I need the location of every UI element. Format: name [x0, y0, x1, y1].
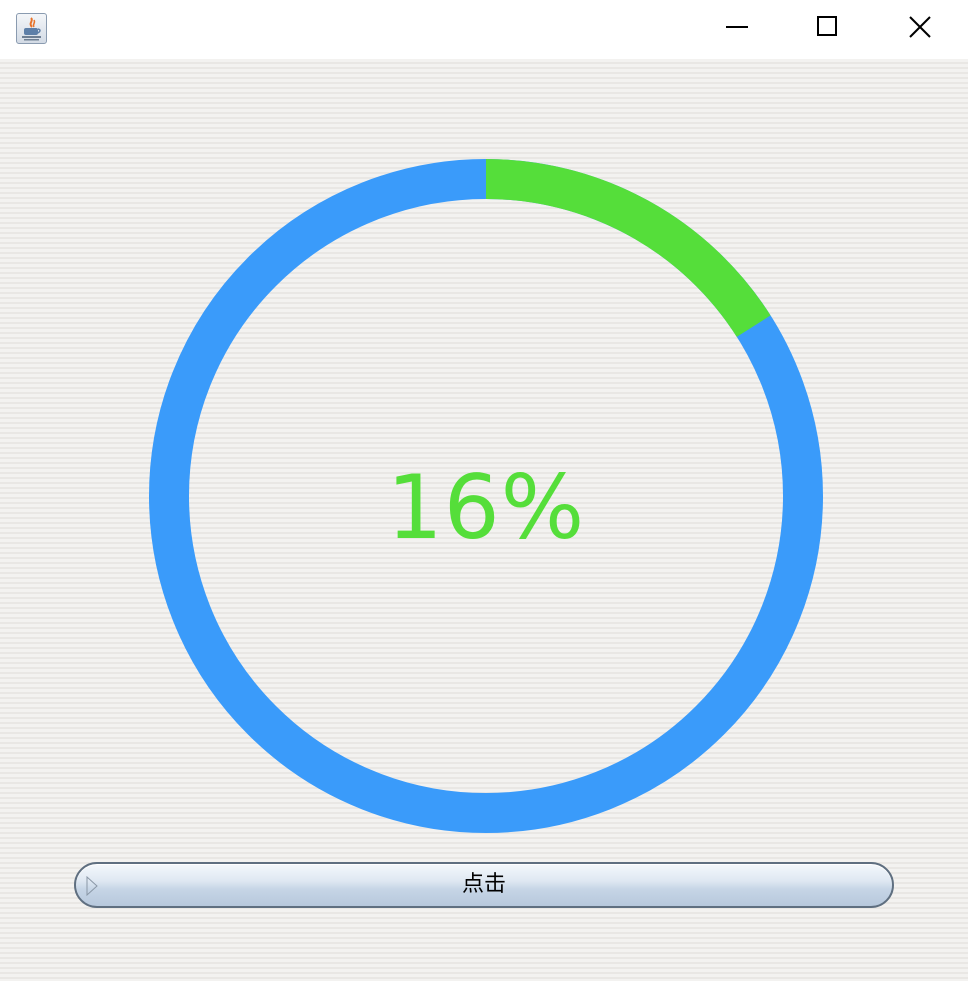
app-window: 16% 点击 [0, 0, 968, 981]
content-panel: 16% 点击 [0, 59, 968, 981]
title-bar[interactable] [0, 0, 968, 59]
minimize-button[interactable] [691, 0, 783, 55]
close-icon [909, 16, 931, 38]
maximize-icon [817, 16, 837, 36]
java-cup-icon[interactable] [16, 13, 47, 44]
click-button-label: 点击 [461, 872, 506, 897]
maximize-button[interactable] [782, 0, 874, 55]
minimize-icon [726, 26, 748, 28]
close-button[interactable] [874, 0, 966, 55]
click-button[interactable]: 点击 [74, 862, 894, 908]
progress-fill [485, 159, 771, 337]
progress-percent-label: 16% [386, 456, 586, 559]
